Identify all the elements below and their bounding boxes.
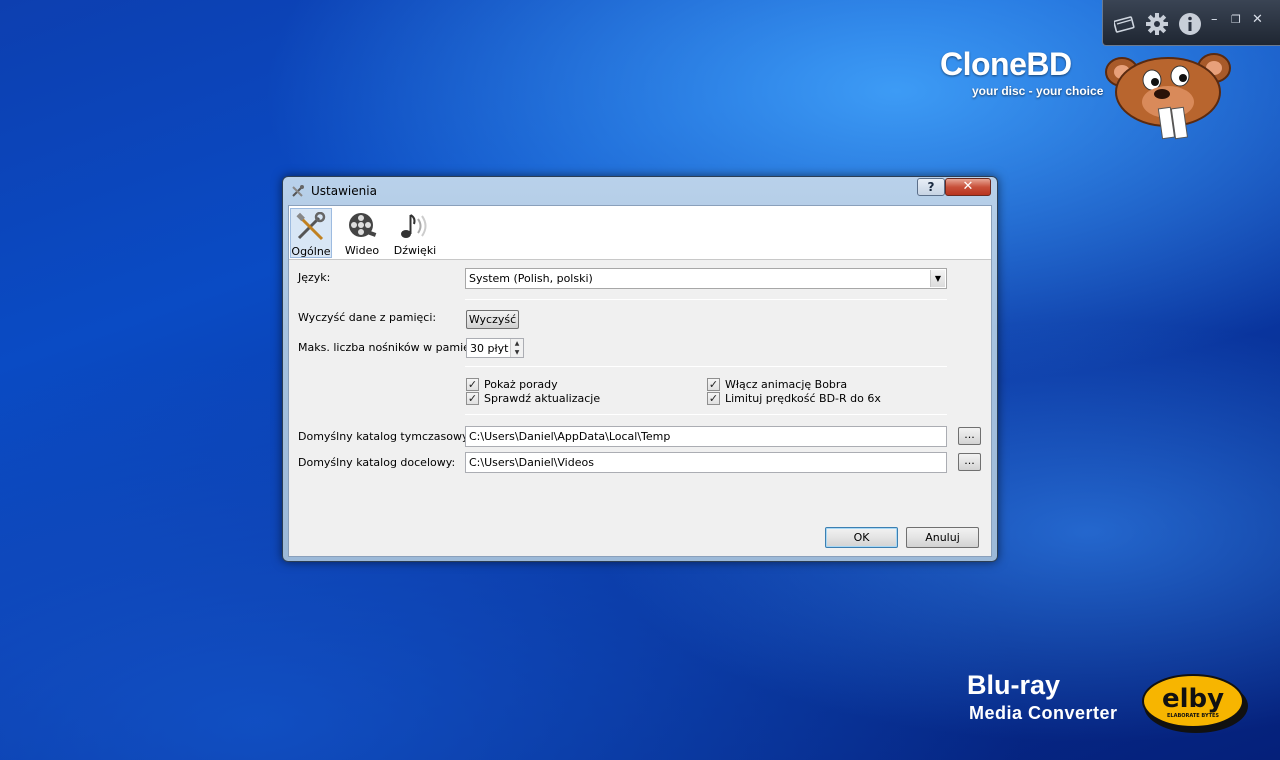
chevron-down-icon[interactable]: ▼ — [930, 270, 945, 287]
film-reel-icon — [344, 210, 380, 242]
temp-dir-field[interactable]: C:\Users\Daniel\AppData\Local\Temp — [465, 426, 947, 447]
elby-logo-text: elby — [1162, 684, 1224, 714]
limit-bdr-speed-checkbox[interactable]: ✓ Limituj prędkość BD-R do 6x — [707, 392, 881, 405]
tab-video-label: Wideo — [344, 244, 380, 257]
elby-logo-tagline: ELABORATE BYTES — [1167, 713, 1219, 719]
language-select[interactable]: System (Polish, polski) ▼ — [465, 268, 947, 289]
checkbox-check-icon: ✓ — [707, 392, 720, 405]
tools-small-icon — [291, 184, 307, 200]
temp-dir-browse-button[interactable]: ... — [958, 427, 981, 445]
spin-up-icon[interactable]: ▲ — [510, 339, 523, 348]
gear-icon[interactable] — [1145, 12, 1169, 36]
general-settings-panel: Język: System (Polish, polski) ▼ Wyczyść… — [289, 261, 991, 557]
show-tips-checkbox[interactable]: ✓ Pokaż porady — [466, 378, 558, 391]
language-label: Język: — [298, 271, 331, 284]
tab-video[interactable]: Wideo — [342, 208, 382, 258]
tab-sounds[interactable]: Dźwięki — [392, 208, 438, 258]
tab-general-label: Ogólne — [291, 245, 331, 258]
language-value: System (Polish, polski) — [469, 272, 593, 285]
temp-dir-value: C:\Users\Daniel\AppData\Local\Temp — [469, 430, 671, 443]
product-name: Blu-ray — [967, 670, 1061, 700]
app-toolbar: – ❐ ✕ — [1102, 0, 1280, 46]
checkbox-check-icon: ✓ — [707, 378, 720, 391]
logo-subtitle: your disc - your choice — [972, 84, 1104, 98]
max-media-stepper[interactable]: 30 płyt ▲ ▼ — [466, 338, 524, 358]
dialog-title: Ustawienia — [311, 184, 377, 198]
tab-sounds-label: Dźwięki — [393, 244, 437, 257]
product-subtitle: Media Converter — [969, 703, 1118, 723]
app-close-button[interactable]: ✕ — [1252, 12, 1263, 27]
restore-button[interactable]: ❐ — [1231, 13, 1241, 26]
music-note-icon — [397, 210, 433, 242]
beaver-animation-label: Włącz animację Bobra — [725, 378, 848, 391]
clear-cache-label: Wyczyść dane z pamięci: — [298, 311, 437, 324]
tools-icon — [293, 211, 329, 243]
separator — [465, 366, 947, 367]
checkbox-check-icon: ✓ — [466, 378, 479, 391]
beaver-animation-checkbox[interactable]: ✓ Włącz animację Bobra — [707, 378, 847, 391]
disc-icon[interactable] — [1113, 12, 1137, 36]
logo-title: CloneBD — [940, 46, 1072, 82]
info-icon[interactable] — [1178, 12, 1202, 36]
cancel-button[interactable]: Anuluj — [906, 527, 979, 548]
dialog-close-button[interactable]: ✕ — [945, 178, 991, 196]
settings-dialog: Ustawienia ? ✕ Ogólne Wideo Dźwięki Języ… — [282, 176, 998, 562]
show-tips-label: Pokaż porady — [484, 378, 558, 391]
check-updates-checkbox[interactable]: ✓ Sprawdź aktualizacje — [466, 392, 600, 405]
target-dir-label: Domyślny katalog docelowy: — [298, 456, 456, 469]
help-button[interactable]: ? — [917, 178, 945, 196]
check-updates-label: Sprawdź aktualizacje — [484, 392, 601, 405]
separator — [465, 299, 947, 300]
spin-down-icon[interactable]: ▼ — [510, 348, 523, 357]
dialog-body: Ogólne Wideo Dźwięki Język: System (Poli… — [288, 205, 992, 557]
tab-bar: Ogólne Wideo Dźwięki — [289, 206, 991, 260]
target-dir-field[interactable]: C:\Users\Daniel\Videos — [465, 452, 947, 473]
clear-cache-button[interactable]: Wyczyść — [466, 310, 519, 329]
target-dir-browse-button[interactable]: ... — [958, 453, 981, 471]
target-dir-value: C:\Users\Daniel\Videos — [469, 456, 594, 469]
ok-button[interactable]: OK — [825, 527, 898, 548]
max-media-value: 30 płyt — [470, 342, 509, 355]
tab-general[interactable]: Ogólne — [290, 208, 332, 258]
elby-logo: elby ELABORATE BYTES — [1140, 668, 1250, 736]
temp-dir-label: Domyślny katalog tymczasowy: — [298, 430, 472, 443]
separator — [465, 414, 947, 415]
beaver-mascot-icon — [1100, 50, 1236, 146]
checkbox-check-icon: ✓ — [466, 392, 479, 405]
max-media-label: Maks. liczba nośników w pamięci: — [298, 341, 483, 354]
minimize-button[interactable]: – — [1211, 12, 1218, 27]
limit-bdr-speed-label: Limituj prędkość BD-R do 6x — [725, 392, 881, 405]
